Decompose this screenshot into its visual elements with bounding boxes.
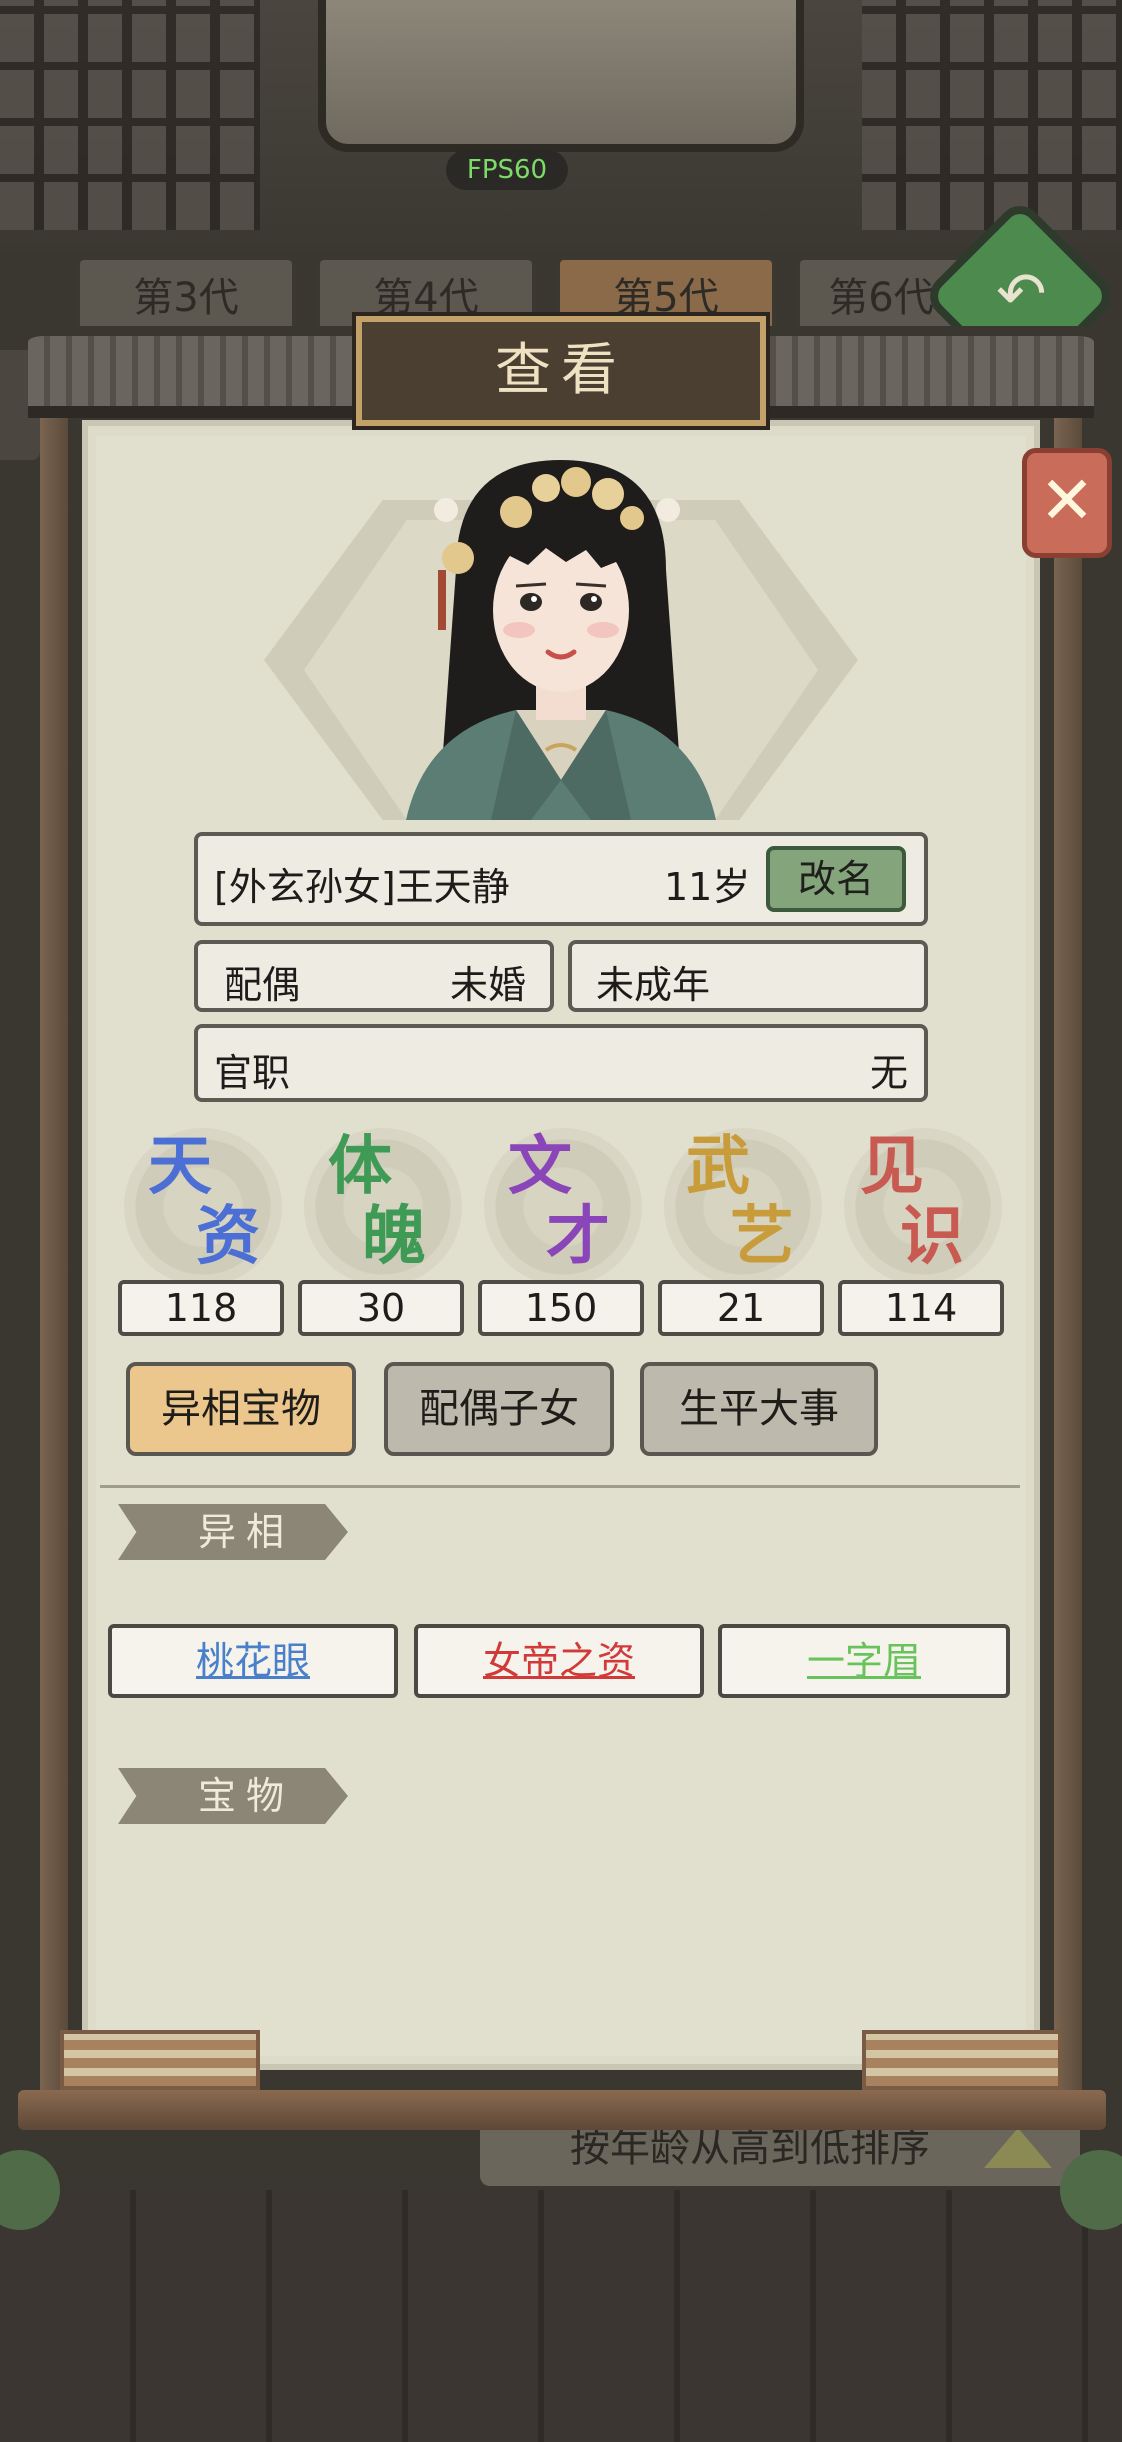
stat-physique-char-1: 体 [328,1129,392,1204]
background-floor [0,2190,1122,2442]
stat-insight-value: 114 [838,1280,1004,1336]
spouse-value: 未婚 [449,963,526,1007]
panel-pillar-left [40,410,68,2110]
panel-rail-left [60,2030,260,2090]
tab-spouse-children[interactable]: 配偶子女 [384,1362,614,1456]
character-age: 11岁 [664,865,751,909]
window-lattice-right [862,0,1122,230]
panel-pillar-right [1054,410,1082,2110]
tab-traits-treasures[interactable]: 异相宝物 [126,1362,356,1456]
stat-martial-char-1: 武 [686,1129,750,1204]
wall-painting [318,0,804,152]
stat-martial-value: 21 [658,1280,824,1336]
stat-martial-char-2: 艺 [730,1199,794,1274]
close-x-icon: ✕ [1039,462,1095,539]
stat-literary-value: 150 [478,1280,644,1336]
sort-triangle-icon [984,2128,1052,2168]
tab-life-events[interactable]: 生平大事 [640,1362,878,1456]
character-portrait [406,460,716,820]
stat-physique-char-2: 魄 [362,1199,426,1274]
section-divider [100,1485,1020,1488]
trait-straight-brows[interactable]: 一字眉 [718,1624,1010,1698]
traits-section-title: 异相 [118,1504,348,1560]
spouse-label: 配偶 [224,963,301,1007]
panel-base-beam [18,2090,1106,2130]
stat-literary-char-2: 才 [546,1199,610,1274]
fps-counter: FPS60 [446,150,568,190]
window-lattice-left [0,0,260,230]
stat-aptitude-char-2: 资 [196,1199,260,1274]
stat-insight-char-1: 见 [860,1129,924,1204]
office-row: 官职 无 [194,1024,928,1102]
treasures-section-title: 宝物 [118,1768,348,1824]
office-value: 无 [869,1051,908,1095]
adult-status: 未成年 [596,963,711,1007]
panel-title: 查看 [352,312,770,430]
trait-empress-quality[interactable]: 女帝之资 [414,1624,704,1698]
adult-status-row: 未成年 [568,940,928,1012]
rename-button[interactable]: 改名 [766,846,906,912]
character-name: [外玄孙女]王天静 [214,865,510,909]
stat-aptitude-char-1: 天 [148,1129,212,1204]
trait-peach-eyes[interactable]: 桃花眼 [108,1624,398,1698]
spouse-row: 配偶 未婚 [194,940,554,1012]
stat-aptitude-value: 118 [118,1280,284,1336]
stat-insight-char-2: 识 [900,1199,964,1274]
office-label: 官职 [214,1051,291,1095]
panel-rail-right [862,2030,1062,2090]
stat-literary-char-1: 文 [508,1129,572,1204]
stat-physique-value: 30 [298,1280,464,1336]
close-button[interactable]: ✕ [1022,448,1112,558]
